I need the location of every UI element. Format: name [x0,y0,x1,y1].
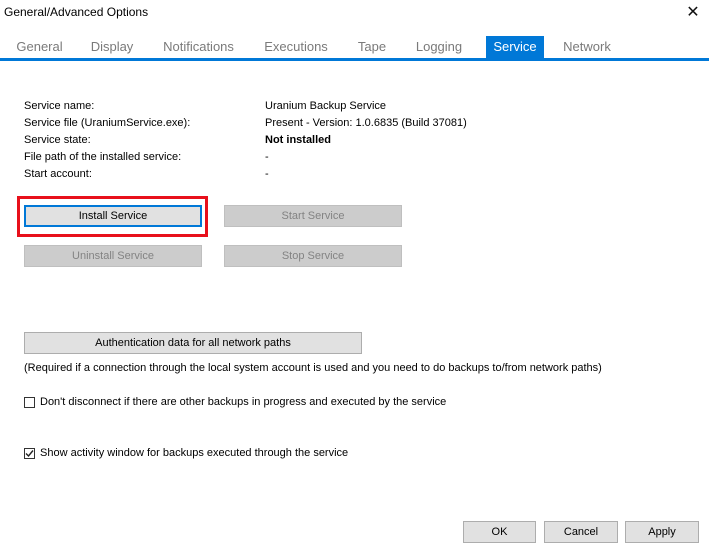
tab-executions[interactable]: Executions [259,36,333,58]
tab-service[interactable]: Service [486,36,544,58]
tab-display[interactable]: Display [84,36,140,58]
file-path-label: File path of the installed service: [24,151,182,163]
service-name-value: Uranium Backup Service [265,100,387,112]
auth-data-button[interactable]: Authentication data for all network path… [24,332,362,354]
service-state-label: Service state: [24,134,91,146]
service-file-value: Present - Version: 1.0.6835 (Build 37081… [265,117,467,129]
dont-disconnect-label[interactable]: Don't disconnect if there are other back… [40,396,446,408]
service-state-value: Not installed [265,134,332,146]
window-title: General/Advanced Options [4,5,149,19]
apply-button[interactable]: Apply [625,521,699,543]
install-service-button[interactable]: Install Service [24,205,202,227]
service-file-label: Service file (UraniumService.exe): [24,117,191,129]
cancel-button[interactable]: Cancel [544,521,618,543]
tab-logging[interactable]: Logging [408,36,470,58]
tab-bar: General Display Notifications Executions… [0,36,709,60]
file-path-value: - [265,151,269,163]
tab-network[interactable]: Network [556,36,618,58]
start-service-button[interactable]: Start Service [224,205,402,227]
checkmark-icon [25,450,34,458]
show-activity-label[interactable]: Show activity window for backups execute… [40,447,348,459]
service-name-label: Service name: [24,100,95,112]
uninstall-service-button[interactable]: Uninstall Service [24,245,202,267]
ok-button[interactable]: OK [463,521,536,543]
tab-tape[interactable]: Tape [351,36,393,58]
tab-notifications[interactable]: Notifications [156,36,241,58]
tab-general[interactable]: General [12,36,67,58]
stop-service-button[interactable]: Stop Service [224,245,402,267]
auth-note: (Required if a connection through the lo… [24,362,602,374]
show-activity-checkbox[interactable] [24,448,35,459]
start-account-value: - [265,168,269,180]
dont-disconnect-checkbox[interactable] [24,397,35,408]
start-account-label: Start account: [24,168,92,180]
tab-underline [0,58,709,61]
close-icon[interactable]: ✕ [682,2,704,22]
